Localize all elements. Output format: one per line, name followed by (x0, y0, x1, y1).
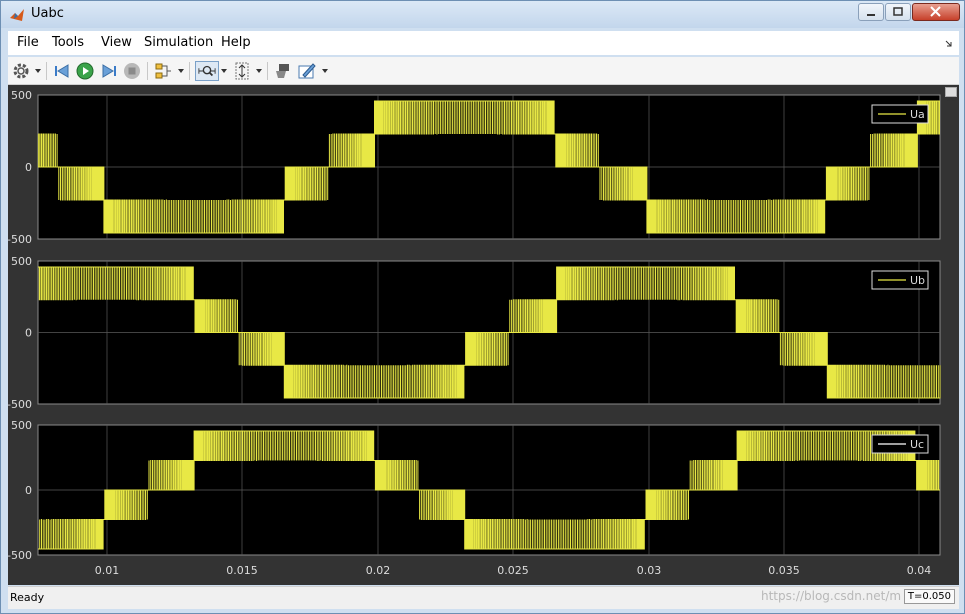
x-tick-label: 0.01 (95, 564, 120, 577)
autoscale-y-icon[interactable] (232, 61, 252, 81)
menu-expand-icon[interactable] (945, 39, 953, 47)
scope-figure: 500 0 -500 Ua 500 0 -500 Ub 500 0 -500 Uc 0.01 0.015 0… (8, 85, 959, 585)
gear-icon[interactable] (11, 61, 31, 81)
sim-time: T=0.050 (903, 589, 955, 604)
status-text: Ready (10, 591, 45, 604)
maximize-icon (893, 7, 903, 16)
maximize-button[interactable] (885, 3, 911, 21)
step-forward-icon[interactable] (99, 61, 119, 81)
y-tick-label: -500 (8, 549, 32, 562)
toolbar-separator (147, 62, 148, 80)
legend-label: Ub (910, 274, 925, 287)
close-button[interactable] (912, 3, 960, 21)
undock-icon (947, 97, 955, 102)
y-tick-label: -500 (8, 398, 32, 411)
y-tick-label: 500 (11, 255, 32, 268)
toolbar-separator (267, 62, 268, 80)
chevron-down-icon[interactable] (221, 69, 227, 73)
y-tick-label: 500 (11, 419, 32, 432)
x-tick-label: 0.04 (907, 564, 932, 577)
matlab-logo-icon (10, 9, 24, 21)
y-tick-label: 0 (25, 161, 32, 174)
style-icon[interactable] (297, 61, 317, 81)
minimize-button[interactable] (858, 3, 884, 21)
y-tick-label: -500 (8, 233, 32, 246)
highlight-block-icon[interactable] (273, 61, 293, 81)
menu-view[interactable]: View (101, 35, 132, 50)
scope-plots: 500 0 -500 Ua 500 0 -500 Ub 500 0 -500 Uc 0.01 0.015 0… (8, 89, 941, 577)
minimize-icon (867, 14, 875, 16)
menu-tools[interactable]: Tools (52, 35, 84, 50)
chevron-down-icon[interactable] (322, 69, 328, 73)
legend-label: Uc (910, 438, 924, 451)
scope-window: Uabc File Tools View Simulation Help 500… (0, 0, 965, 614)
title-bar: Uabc (1, 1, 964, 28)
window-title: Uabc (31, 6, 64, 21)
y-tick-label: 0 (25, 327, 32, 340)
toolbar (8, 57, 959, 85)
menu-file[interactable]: File (17, 35, 39, 50)
x-tick-label: 0.025 (497, 564, 529, 577)
step-back-icon[interactable] (52, 61, 72, 81)
x-tick-label: 0.03 (637, 564, 662, 577)
toolbar-separator (189, 62, 190, 80)
menu-simulation[interactable]: Simulation (144, 35, 213, 50)
legend-label: Ua (910, 108, 925, 121)
stop-icon[interactable] (122, 61, 142, 81)
chevron-down-icon[interactable] (178, 69, 184, 73)
menu-help[interactable]: Help (221, 35, 251, 50)
y-tick-label: 0 (25, 484, 32, 497)
x-tick-label: 0.035 (768, 564, 800, 577)
undock-button[interactable] (945, 87, 957, 102)
watermark: https://blog.csdn.net/m (761, 589, 902, 603)
close-icon (930, 6, 941, 17)
zoom-time-icon[interactable] (195, 61, 219, 81)
signal-select-icon[interactable] (153, 61, 173, 81)
x-tick-label: 0.015 (226, 564, 258, 577)
menu-bar: File Tools View Simulation Help (8, 31, 959, 55)
toolbar-separator (46, 62, 47, 80)
chevron-down-icon[interactable] (256, 69, 262, 73)
x-tick-label: 0.02 (366, 564, 391, 577)
run-icon[interactable] (75, 61, 95, 81)
chevron-down-icon[interactable] (35, 69, 41, 73)
y-tick-label: 500 (11, 89, 32, 102)
